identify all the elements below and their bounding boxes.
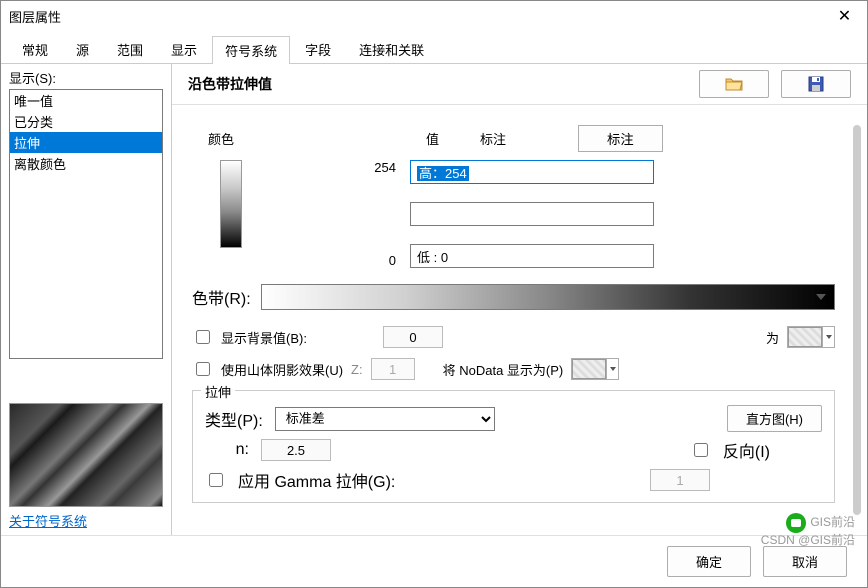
low-value: 0 xyxy=(256,253,396,268)
hillshade-checkbox[interactable] xyxy=(196,362,210,376)
low-label-input[interactable] xyxy=(410,244,654,268)
close-button[interactable]: ✕ xyxy=(822,1,867,31)
tab-symbology[interactable]: 符号系统 xyxy=(212,36,290,64)
right-panel: 沿色带拉伸值 颜色 值 标注 标注 xyxy=(171,64,867,535)
high-label-input[interactable]: 高：254 xyxy=(410,160,654,184)
gamma-checkbox[interactable] xyxy=(209,473,223,487)
gamma-label: 应用 Gamma 拉伸(G): xyxy=(238,468,395,492)
color-gradient-bar[interactable] xyxy=(220,160,242,248)
dialog-title: 图层属性 xyxy=(9,7,61,26)
hillshade-label: 使用山体阴影效果(U) xyxy=(221,360,343,379)
background-color-swatch[interactable] xyxy=(787,326,835,348)
layer-properties-dialog: 图层属性 ✕ 常规 源 范围 显示 符号系统 字段 连接和关联 显示(S): 唯… xyxy=(0,0,868,588)
nodata-color-swatch[interactable] xyxy=(571,358,619,380)
tab-fields[interactable]: 字段 xyxy=(292,35,344,63)
save-button[interactable] xyxy=(781,70,851,98)
about-symbology-link[interactable]: 关于符号系统 xyxy=(9,511,87,530)
stretch-type-label: 类型(P): xyxy=(205,407,263,431)
tab-general[interactable]: 常规 xyxy=(9,35,61,63)
tab-bar: 常规 源 范围 显示 符号系统 字段 连接和关联 xyxy=(1,31,867,64)
left-panel: 显示(S): 唯一值 已分类 拉伸 离散颜色 关于符号系统 xyxy=(1,64,171,535)
stretch-type-select[interactable]: 标准差 xyxy=(275,407,495,431)
cancel-button[interactable]: 取消 xyxy=(763,546,847,577)
invert-checkbox[interactable] xyxy=(694,443,708,457)
method-unique-values[interactable]: 唯一值 xyxy=(10,90,162,111)
stretch-fieldset: 拉伸 类型(P): 标准差 直方图(H) n: 反向( xyxy=(192,390,835,503)
value-column-label: 值 xyxy=(426,129,456,148)
n-label: n: xyxy=(205,441,249,459)
titlebar: 图层属性 ✕ xyxy=(1,1,867,31)
method-stretched[interactable]: 拉伸 xyxy=(10,132,162,153)
tab-joins[interactable]: 连接和关联 xyxy=(346,35,437,63)
tab-display[interactable]: 显示 xyxy=(158,35,210,63)
gamma-input[interactable] xyxy=(650,469,710,491)
stretch-legend: 拉伸 xyxy=(201,382,235,401)
label-button[interactable]: 标注 xyxy=(578,125,663,152)
method-discrete-color[interactable]: 离散颜色 xyxy=(10,153,162,174)
color-ramp-select[interactable] xyxy=(261,284,835,310)
n-input[interactable] xyxy=(261,439,331,461)
tab-source[interactable]: 源 xyxy=(63,35,102,63)
show-background-checkbox[interactable] xyxy=(196,330,210,344)
ok-button[interactable]: 确定 xyxy=(667,546,751,577)
z-input[interactable] xyxy=(371,358,415,380)
color-column-label: 颜色 xyxy=(208,129,234,148)
mid-label-input[interactable] xyxy=(410,202,654,226)
dialog-footer: 确定 取消 xyxy=(1,535,867,587)
color-ramp-label: 色带(R): xyxy=(192,285,251,309)
label-column-label: 标注 xyxy=(480,129,506,148)
open-folder-button[interactable] xyxy=(699,70,769,98)
method-classified[interactable]: 已分类 xyxy=(10,111,162,132)
preview-image xyxy=(9,403,163,507)
high-value: 254 xyxy=(256,160,396,175)
histogram-button[interactable]: 直方图(H) xyxy=(727,405,822,432)
panel-title: 沿色带拉伸值 xyxy=(188,74,687,94)
nodata-label: 将 NoData 显示为(P) xyxy=(443,360,564,379)
scrollbar[interactable] xyxy=(853,125,861,515)
show-background-label: 显示背景值(B): xyxy=(221,328,307,347)
background-as-label: 为 xyxy=(766,328,779,347)
z-label: Z: xyxy=(351,362,363,377)
show-label: 显示(S): xyxy=(9,68,163,87)
method-list[interactable]: 唯一值 已分类 拉伸 离散颜色 xyxy=(9,89,163,359)
tab-extent[interactable]: 范围 xyxy=(104,35,156,63)
invert-label: 反向(I) xyxy=(723,438,770,462)
preview-area: 关于符号系统 xyxy=(9,403,163,531)
background-value-input[interactable] xyxy=(383,326,443,348)
